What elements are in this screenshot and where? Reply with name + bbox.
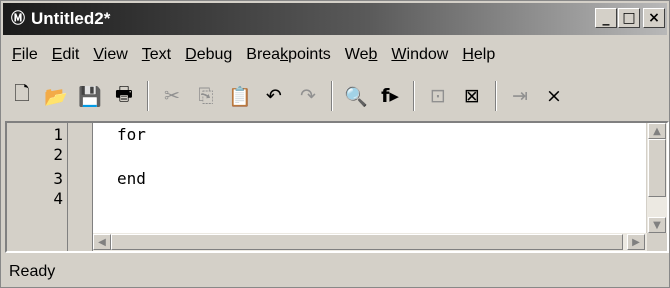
scroll-up-icon[interactable]: ▲ — [648, 123, 666, 139]
vertical-scrollbar[interactable]: ▲ ▼ — [646, 123, 667, 233]
find-binoculars-icon[interactable]: 🔍 — [341, 81, 371, 111]
menu-view[interactable]: View — [86, 46, 134, 64]
cut-icon[interactable]: ✂ — [157, 81, 187, 111]
window-controls: _ □ × — [595, 8, 665, 28]
minimize-icon: _ — [602, 10, 610, 26]
function-icon[interactable]: f▸ — [375, 81, 405, 111]
close-icon: × — [648, 10, 660, 26]
new-file-icon[interactable]: 🗋 — [7, 81, 37, 111]
scroll-down-icon[interactable]: ▼ — [648, 217, 666, 233]
menu-bar: File Edit View Text Debug Breakpoints We… — [5, 39, 502, 71]
breakpoint-gutter[interactable] — [68, 123, 93, 251]
toolbar: 🗋 📂 💾 🖶 ✂ ⎘ 📋 ↶ ↷ 🔍 f▸ ⊡ ⊠ ⇥ × — [5, 75, 665, 117]
scroll-left-icon[interactable]: ◀ — [93, 234, 111, 250]
line-number: 2 — [53, 145, 63, 164]
matlab-editor-icon: Ⓜ — [11, 11, 25, 27]
maximize-icon: □ — [622, 10, 636, 26]
horizontal-scrollbar[interactable]: ◀ ▶ — [93, 233, 647, 251]
title-bar[interactable]: Ⓜ Untitled2* _ □ × — [3, 3, 667, 35]
menu-web[interactable]: Web — [338, 46, 385, 64]
menu-window[interactable]: Window — [384, 46, 455, 64]
step-icon[interactable]: ⇥ — [505, 81, 535, 111]
code-line: end — [117, 169, 146, 188]
status-bar: Ready — [3, 257, 667, 287]
toolbar-separator — [331, 81, 333, 111]
horizontal-scroll-thumb[interactable] — [111, 234, 623, 250]
vertical-scroll-thumb[interactable] — [648, 139, 666, 197]
copy-icon[interactable]: ⎘ — [191, 81, 221, 111]
menu-text[interactable]: Text — [135, 46, 178, 64]
menu-edit[interactable]: Edit — [45, 46, 87, 64]
status-text: Ready — [9, 263, 56, 280]
line-number: 3 — [53, 169, 63, 188]
menu-help[interactable]: Help — [455, 46, 502, 64]
minimize-button[interactable]: _ — [595, 8, 617, 28]
menu-debug[interactable]: Debug — [178, 46, 239, 64]
line-number-gutter: 1 2 3 4 — [7, 123, 68, 251]
code-line: for — [117, 125, 146, 144]
print-icon[interactable]: 🖶 — [109, 81, 139, 111]
set-breakpoint-icon[interactable]: ⊡ — [423, 81, 453, 111]
toolbar-separator — [495, 81, 497, 111]
save-icon[interactable]: 💾 — [75, 81, 105, 111]
editor-window: Ⓜ Untitled2* _ □ × File Edit View Text D… — [0, 0, 670, 288]
toolbar-separator — [413, 81, 415, 111]
maximize-button[interactable]: □ — [618, 8, 640, 28]
line-number: 4 — [53, 189, 63, 208]
open-folder-icon[interactable]: 📂 — [41, 81, 71, 111]
clear-breakpoints-icon[interactable]: ⊠ — [457, 81, 487, 111]
scrollbar-corner — [647, 233, 667, 251]
window-title: Untitled2* — [31, 9, 111, 28]
scroll-right-icon[interactable]: ▶ — [627, 234, 645, 250]
toolbar-separator — [147, 81, 149, 111]
undo-icon[interactable]: ↶ — [259, 81, 289, 111]
close-button[interactable]: × — [643, 8, 665, 28]
exit-debug-icon[interactable]: × — [539, 81, 569, 111]
code-editor[interactable]: 1 2 3 4 for end ▲ ▼ ◀ ▶ — [5, 121, 669, 253]
paste-icon[interactable]: 📋 — [225, 81, 255, 111]
menu-breakpoints[interactable]: Breakpoints — [239, 46, 338, 64]
menu-file[interactable]: File — [5, 46, 45, 64]
line-number: 1 — [53, 125, 63, 144]
redo-icon[interactable]: ↷ — [293, 81, 323, 111]
